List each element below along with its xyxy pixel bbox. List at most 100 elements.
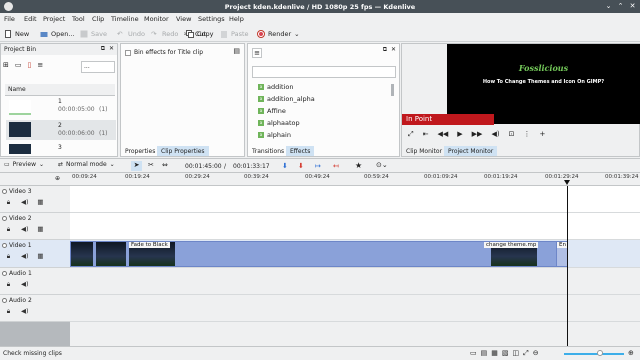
effects-search-input[interactable] — [252, 66, 396, 78]
redo-button[interactable]: ↷ Redo — [151, 28, 178, 39]
select-tool-icon[interactable]: ➤ — [131, 161, 142, 171]
list-view-icon[interactable]: ≡ — [252, 48, 262, 58]
set-in-icon[interactable]: ⇤ — [423, 130, 429, 138]
tab-clip-properties[interactable]: Clip Properties — [157, 146, 209, 156]
extract-icon[interactable]: ↦ — [315, 162, 321, 170]
thumbnail-icon[interactable]: ▭ — [470, 349, 477, 358]
volume-icon[interactable]: ◀) — [491, 130, 499, 138]
close-icon[interactable]: ✕ — [629, 3, 636, 10]
hide-video-icon[interactable]: ▦ — [37, 253, 44, 260]
menu-project[interactable]: Project — [43, 15, 65, 23]
menu-monitor[interactable]: Monitor — [144, 15, 169, 23]
bin-item[interactable]: 3 — [6, 142, 116, 156]
tab-effects[interactable]: Effects — [286, 146, 315, 156]
spacer-tool-icon[interactable]: ⇔ — [162, 161, 168, 169]
close-panel-icon[interactable]: ✕ — [391, 46, 396, 53]
lock-icon[interactable]: 🔒︎ — [5, 281, 12, 288]
track-video2[interactable] — [70, 213, 640, 240]
effect-item[interactable]: a addition — [258, 82, 294, 92]
menu-tool[interactable]: Tool — [72, 15, 85, 23]
mute-audio-icon[interactable]: ◀) — [21, 308, 29, 315]
video-clip[interactable]: Fade to Black change theme.mp — [70, 241, 568, 267]
timeline-empty-area[interactable] — [70, 322, 640, 346]
add-marker-icon[interactable]: + — [539, 130, 545, 138]
star-icon[interactable]: ★ — [355, 161, 362, 170]
track-video3[interactable] — [70, 186, 640, 213]
bin-search-input[interactable]: ... — [81, 61, 115, 73]
record-options-icon[interactable]: ⊙⌄ — [376, 161, 388, 169]
close-panel-icon[interactable]: ✕ — [109, 45, 114, 52]
zoom-out-icon[interactable]: ⊖ — [533, 349, 539, 358]
save-button[interactable]: Save — [80, 28, 107, 39]
mute-audio-icon[interactable]: ◀) — [21, 226, 29, 233]
float-icon[interactable]: ⧉ — [101, 45, 105, 53]
tab-transitions[interactable]: Transitions — [248, 146, 288, 156]
track-toggle-icon[interactable] — [2, 243, 7, 248]
lock-icon[interactable]: 🔒︎ — [5, 308, 12, 315]
fullscreen-icon[interactable]: ⤢ — [408, 130, 414, 139]
track-toggle-icon[interactable] — [2, 298, 7, 303]
lock-icon[interactable]: 🔒︎ — [5, 253, 12, 260]
hide-video-icon[interactable]: ▦ — [37, 199, 44, 206]
hide-video-icon[interactable]: ▦ — [37, 226, 44, 233]
lock-icon[interactable]: 🔒︎ — [5, 226, 12, 233]
copy-button-2[interactable]: Copy — [186, 28, 214, 39]
effect-item[interactable]: a Affine — [258, 106, 286, 116]
menu-edit[interactable]: Edit — [24, 15, 37, 23]
menu-settings[interactable]: Settings — [198, 15, 225, 23]
bin-effects-checkbox[interactable]: Bin effects for Title clip — [125, 49, 203, 56]
razor-tool-icon[interactable]: ✂ — [148, 161, 154, 169]
properties-menu-icon[interactable]: ▤ — [233, 47, 240, 55]
track-toggle-icon[interactable] — [2, 216, 7, 221]
audio-thumbnail-icon[interactable]: ▤ — [481, 349, 488, 358]
scrollbar[interactable] — [391, 84, 394, 96]
fit-zoom-icon[interactable]: ⤢ — [523, 349, 529, 358]
insert-icon[interactable]: ⬇ — [282, 162, 288, 170]
menu-file[interactable]: File — [4, 15, 15, 23]
playhead-marker[interactable] — [564, 180, 570, 185]
effect-item[interactable]: a addition_alpha — [258, 94, 315, 104]
mode-dropdown[interactable]: ⇄ Normal mode ⌄ — [58, 161, 115, 168]
maximize-icon[interactable]: ⌃ — [617, 3, 624, 10]
tab-clip-monitor[interactable]: Clip Monitor — [402, 146, 446, 156]
play-icon[interactable]: ▶ — [457, 130, 462, 138]
split-audio-icon[interactable]: ▦ — [491, 349, 498, 358]
split-icon[interactable]: ▧ — [502, 349, 509, 358]
preview-dropdown[interactable]: ▭ Preview ⌄ — [4, 161, 44, 168]
undo-button[interactable]: ↶ Undo — [117, 28, 145, 39]
paste-button[interactable]: Paste — [220, 28, 249, 39]
track-video1[interactable]: Fade to Black change theme.mp En — [70, 240, 640, 268]
rewind-icon[interactable]: ◀◀ — [437, 130, 448, 138]
bin-item[interactable]: 2 00:00:06:00 (1) — [6, 120, 116, 140]
timeline-ruler[interactable]: 00:09:24 00:19:24 00:29:24 00:39:24 00:4… — [70, 173, 640, 186]
float-icon[interactable]: ⧉ — [383, 46, 387, 54]
add-folder-icon[interactable]: ▭ — [15, 61, 22, 69]
overwrite-icon[interactable]: ⬇ — [298, 162, 304, 170]
monitor-screen[interactable]: Fosslicious How To Change Themes and Ico… — [447, 44, 640, 124]
more-icon[interactable]: ⋮ — [523, 130, 530, 138]
effect-item[interactable]: a alphaatop — [258, 118, 300, 128]
render-button[interactable]: Render ⌄ — [257, 28, 300, 39]
marker-icon[interactable]: ⊕ — [55, 175, 60, 182]
menu-view[interactable]: View — [176, 15, 191, 23]
snap-icon[interactable]: ◫ — [513, 349, 520, 358]
tab-properties[interactable]: Properties — [121, 146, 159, 156]
add-clip-icon[interactable]: ⊞ — [3, 61, 9, 69]
track-toggle-icon[interactable] — [2, 271, 7, 276]
minimize-icon[interactable]: ⌄ — [605, 3, 612, 10]
trash-icon[interactable]: ▯ — [28, 61, 32, 69]
track-audio1[interactable] — [70, 268, 640, 295]
playhead-line[interactable] — [567, 186, 568, 346]
forward-icon[interactable]: ▶▶ — [472, 130, 483, 138]
track-audio2[interactable] — [70, 295, 640, 322]
mute-audio-icon[interactable]: ◀) — [21, 281, 29, 288]
menu-clip[interactable]: Clip — [92, 15, 104, 23]
mute-audio-icon[interactable]: ◀) — [21, 253, 29, 260]
menu-help[interactable]: Help — [229, 15, 244, 23]
tab-project-monitor[interactable]: Project Monitor — [444, 146, 498, 156]
zoom-icon[interactable]: ⊡ — [509, 130, 515, 138]
lift-icon[interactable]: ↤ — [333, 162, 339, 170]
zoom-slider-handle[interactable] — [597, 350, 603, 356]
bin-item[interactable]: 1 00:00:05:00 (1) — [6, 98, 116, 118]
new-button[interactable]: New — [4, 28, 29, 39]
